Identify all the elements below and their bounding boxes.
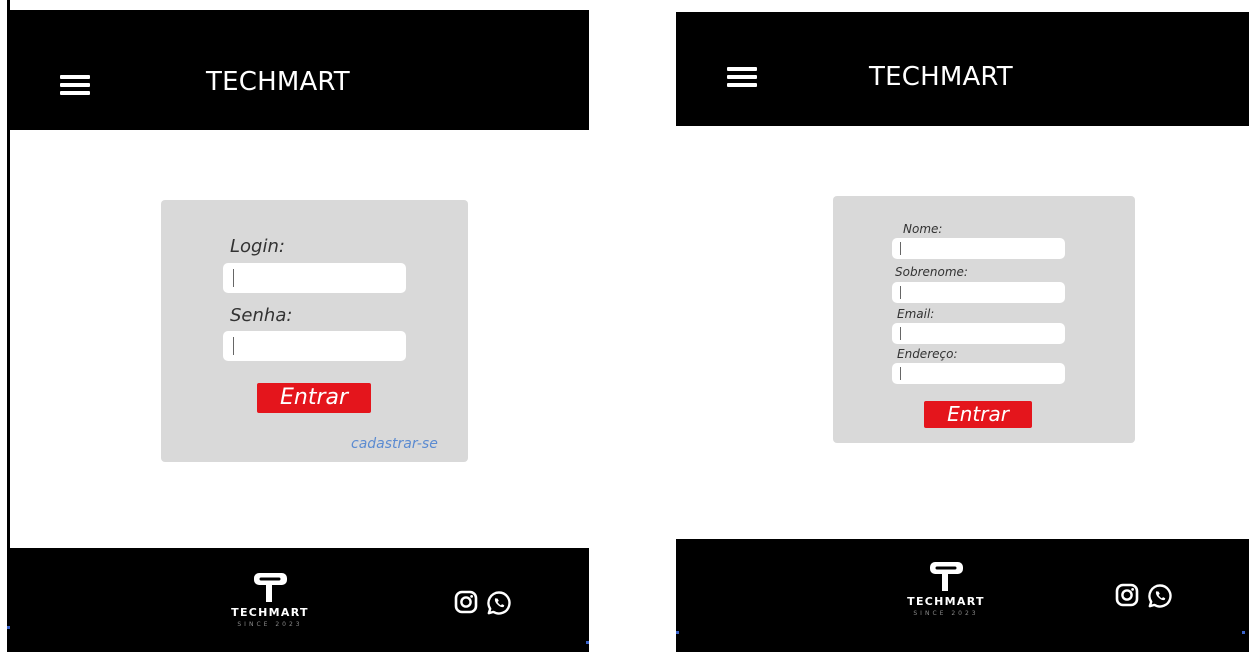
instagram-icon[interactable] [1115, 583, 1139, 607]
password-label: Senha: [230, 305, 293, 326]
text-cursor [233, 269, 234, 287]
register-link[interactable]: cadastrar-se [351, 436, 438, 452]
techmart-logo-icon [930, 562, 963, 591]
footer-logo: TECHMART SINCE 2023 [230, 568, 310, 628]
text-cursor [900, 286, 901, 299]
surname-input[interactable] [892, 282, 1065, 303]
login-screen: TECHMART Login: Senha: Entrar cadastrar-… [10, 0, 589, 652]
footer-logo-text: TECHMART [907, 595, 985, 608]
whatsapp-icon[interactable] [1147, 583, 1173, 609]
address-label: Endereço: [897, 347, 958, 361]
whatsapp-icon[interactable] [486, 590, 512, 616]
login-input[interactable] [223, 263, 406, 293]
screen-marker [586, 641, 589, 644]
submit-button[interactable]: Entrar [257, 383, 371, 413]
app-header: TECHMART [10, 10, 589, 130]
techmart-logo-icon [254, 573, 287, 602]
footer-logo: TECHMART SINCE 2023 [904, 557, 988, 617]
surname-label: Sobrenome: [895, 265, 968, 279]
login-card: Login: Senha: Entrar cadastrar-se [161, 200, 468, 462]
instagram-icon[interactable] [454, 590, 478, 614]
app-footer: TECHMART SINCE 2023 [10, 548, 589, 652]
login-label: Login: [230, 236, 285, 257]
password-input[interactable] [223, 331, 406, 361]
name-label: Nome: [903, 222, 943, 236]
address-input[interactable] [892, 363, 1065, 384]
footer-logo-text: TECHMART [231, 606, 309, 619]
text-cursor [233, 337, 234, 355]
screen-marker [676, 631, 679, 634]
screen-marker [1242, 631, 1245, 634]
social-links [1115, 583, 1173, 609]
submit-button[interactable]: Entrar [924, 401, 1032, 428]
footer-logo-tagline: SINCE 2023 [237, 621, 303, 628]
social-links [454, 590, 512, 616]
name-input[interactable] [892, 238, 1065, 259]
brand-title: TECHMART [206, 67, 350, 97]
text-cursor [900, 242, 901, 255]
email-label: Email: [897, 307, 935, 321]
menu-icon[interactable] [60, 75, 90, 95]
screen-marker [7, 626, 10, 629]
email-input[interactable] [892, 323, 1065, 344]
footer-logo-tagline: SINCE 2023 [913, 610, 979, 617]
register-screen: TECHMART Nome: Sobrenome: Email: Endereç… [676, 0, 1249, 652]
text-cursor [900, 327, 901, 340]
app-header: TECHMART [676, 12, 1249, 126]
text-cursor [900, 367, 901, 380]
app-footer: TECHMART SINCE 2023 [676, 539, 1249, 652]
menu-icon[interactable] [727, 67, 757, 87]
brand-title: TECHMART [869, 62, 1013, 92]
register-card: Nome: Sobrenome: Email: Endereço: Entrar [833, 196, 1135, 443]
